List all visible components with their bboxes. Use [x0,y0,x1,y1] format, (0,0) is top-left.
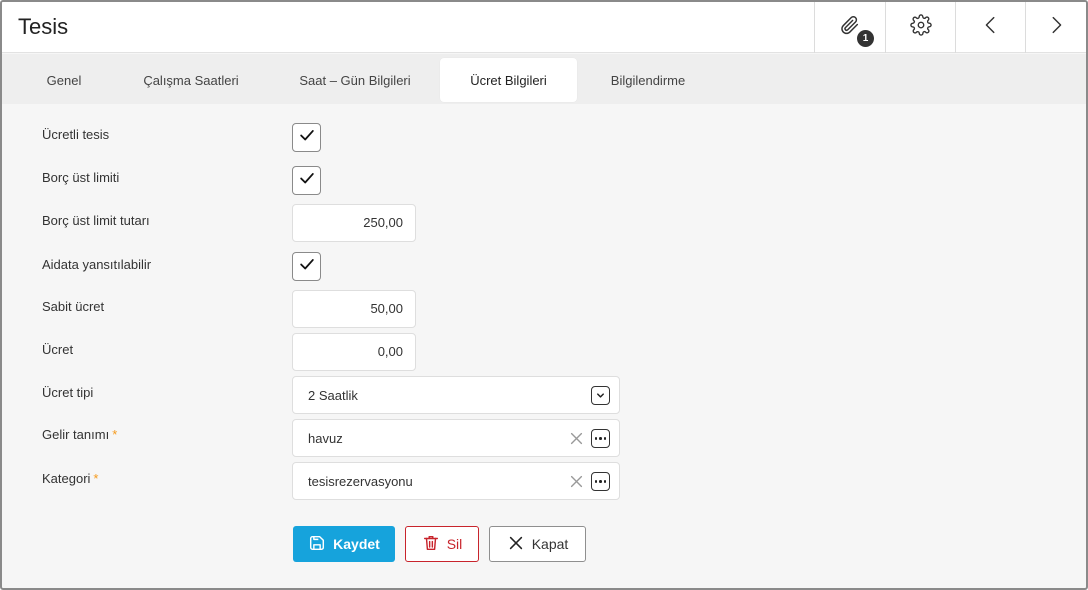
fee-type-label: Ücret tipi [42,385,94,400]
debt-upper-limit-label: Borç üst limiti [42,170,120,185]
ellipsis-icon[interactable] [591,429,610,448]
close-button-label: Kapat [531,536,569,552]
check-icon [298,255,316,278]
check-icon [298,169,316,192]
ellipsis-icon[interactable] [591,472,610,491]
fee-type-value: 2 Saatlik [308,388,358,403]
delete-button-label: Sil [446,536,463,552]
header-bar: Tesis 1 [2,2,1086,53]
save-button[interactable]: Kaydet [293,526,395,562]
check-icon [298,126,316,149]
settings-button[interactable] [885,2,955,53]
paid-facility-label: Ücretli tesis [42,127,110,142]
income-definition-lookup[interactable]: havuz [292,419,620,457]
tab-hour-day-info[interactable]: Saat – Gün Bilgileri [286,58,424,102]
close-button[interactable]: Kapat [489,526,586,562]
close-icon [507,534,525,555]
category-lookup[interactable]: tesisrezervasyonu [292,462,620,500]
tab-general[interactable]: Genel [28,58,100,102]
gear-icon [909,14,932,41]
facility-window: Tesis 1 Genel Çalışma Saatleri Saat – Gü… [0,0,1088,590]
attachment-count-badge: 1 [857,30,874,47]
reflect-to-dues-label: Aidata yansıtılabilir [42,257,152,272]
next-button[interactable] [1025,2,1086,53]
previous-button[interactable] [955,2,1025,53]
required-marker: * [112,427,118,442]
tab-fee-info[interactable]: Ücret Bilgileri [440,58,577,102]
debt-limit-amount-label: Borç üst limit tutarı [42,213,150,228]
tab-working-hours[interactable]: Çalışma Saatleri [124,58,258,102]
tab-bar: Genel Çalışma Saatleri Saat – Gün Bilgil… [2,54,1086,104]
close-icon[interactable] [570,475,583,488]
save-button-label: Kaydet [333,536,380,552]
fixed-fee-label: Sabit ücret [42,299,105,314]
required-marker: * [93,471,99,486]
fee-input[interactable]: 0,00 [292,333,416,371]
category-label-text: Kategori [42,471,91,486]
category-value: tesisrezervasyonu [308,474,413,489]
tab-notifications[interactable]: Bilgilendirme [594,58,702,102]
income-definition-label: Gelir tanımı * [42,427,117,442]
fee-label: Ücret [42,342,74,357]
paid-facility-checkbox[interactable] [292,123,321,152]
delete-button[interactable]: Sil [405,526,479,562]
debt-limit-amount-input[interactable]: 250,00 [292,204,416,242]
fee-type-select[interactable]: 2 Saatlik [292,376,620,414]
chevron-left-icon [980,14,1002,41]
income-definition-label-text: Gelir tanımı [42,427,110,442]
category-label: Kategori * [42,471,98,486]
chevron-right-icon [1045,14,1067,41]
fixed-fee-input[interactable]: 50,00 [292,290,416,328]
reflect-to-dues-checkbox[interactable] [292,252,321,281]
attachments-button[interactable]: 1 [814,2,884,53]
income-definition-value: havuz [308,431,343,446]
chevron-down-icon[interactable] [591,386,610,405]
floppy-disk-icon [308,534,326,555]
page-title: Tesis [18,14,69,39]
trash-icon [422,534,440,555]
debt-upper-limit-checkbox[interactable] [292,166,321,195]
close-icon[interactable] [570,432,583,445]
